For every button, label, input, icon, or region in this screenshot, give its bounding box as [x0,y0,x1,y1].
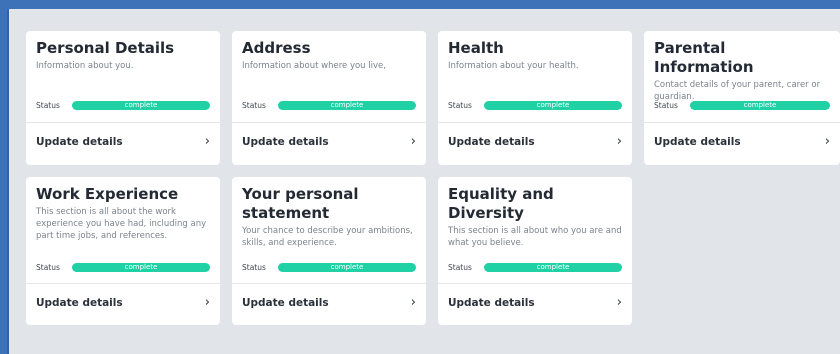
card-title: Health [448,39,504,57]
card-description: Information about where you live, [242,61,386,71]
card-health: Health Information about your health. St… [438,31,632,165]
update-details-link[interactable]: Update details › [242,134,416,149]
update-details-label: Update details [448,135,535,148]
chevron-right-icon: › [410,295,416,310]
divider [26,122,220,123]
update-details-link[interactable]: Update details › [654,134,830,149]
chevron-right-icon: › [410,134,416,149]
update-details-label: Update details [36,135,123,148]
status-badge: complete [72,101,210,110]
update-details-link[interactable]: Update details › [448,295,622,310]
update-details-label: Update details [654,135,741,148]
card-personal-details: Personal Details Information about you. … [26,31,220,165]
content-panel: Personal Details Information about you. … [7,9,840,354]
status-badge: complete [278,263,416,272]
status-badge: complete [278,101,416,110]
status-label: Status [448,263,472,272]
status-row: Status complete [448,263,622,272]
card-work-experience: Work Experience This section is all abou… [26,177,220,325]
update-details-link[interactable]: Update details › [36,295,210,310]
card-description: Contact details of your parent, carer or… [654,80,821,102]
divider [232,283,426,284]
card-description: Your chance to describe your ambitions, … [242,226,413,248]
card-description: This section is all about who you are an… [448,226,622,248]
card-description: Information about you. [36,61,134,71]
chevron-right-icon: › [824,134,830,149]
divider [438,122,632,123]
update-details-label: Update details [448,296,535,309]
status-label: Status [448,101,472,110]
status-row: Status complete [242,101,416,110]
status-label: Status [654,101,678,110]
status-row: Status complete [36,101,210,110]
update-details-link[interactable]: Update details › [36,134,210,149]
card-parental-information: Parental Information Contact details of … [644,31,840,165]
card-description: Information about your health. [448,61,579,71]
divider [26,283,220,284]
status-badge: complete [484,263,622,272]
card-title: Your personal statement [242,185,359,222]
status-label: Status [36,101,60,110]
status-label: Status [242,263,266,272]
update-details-link[interactable]: Update details › [242,295,416,310]
status-row: Status complete [242,263,416,272]
status-label: Status [242,101,266,110]
status-row: Status complete [654,101,830,110]
status-badge: complete [690,101,830,110]
chevron-right-icon: › [616,295,622,310]
card-title: Personal Details [36,39,175,57]
card-equality-diversity: Equality and Diversity This section is a… [438,177,632,325]
card-title: Equality and Diversity [448,185,554,222]
update-details-link[interactable]: Update details › [448,134,622,149]
status-row: Status complete [448,101,622,110]
chevron-right-icon: › [204,295,210,310]
divider [644,122,840,123]
card-title: Work Experience [36,185,179,203]
status-badge: complete [72,263,210,272]
card-address: Address Information about where you live… [232,31,426,165]
card-personal-statement: Your personal statement Your chance to d… [232,177,426,325]
chevron-right-icon: › [204,134,210,149]
card-title: Parental Information [654,39,754,76]
status-label: Status [36,263,60,272]
update-details-label: Update details [36,296,123,309]
status-row: Status complete [36,263,210,272]
divider [438,283,632,284]
update-details-label: Update details [242,296,329,309]
chevron-right-icon: › [616,134,622,149]
card-title: Address [242,39,311,57]
status-badge: complete [484,101,622,110]
divider [232,122,426,123]
update-details-label: Update details [242,135,329,148]
card-description: This section is all about the work exper… [36,207,207,241]
